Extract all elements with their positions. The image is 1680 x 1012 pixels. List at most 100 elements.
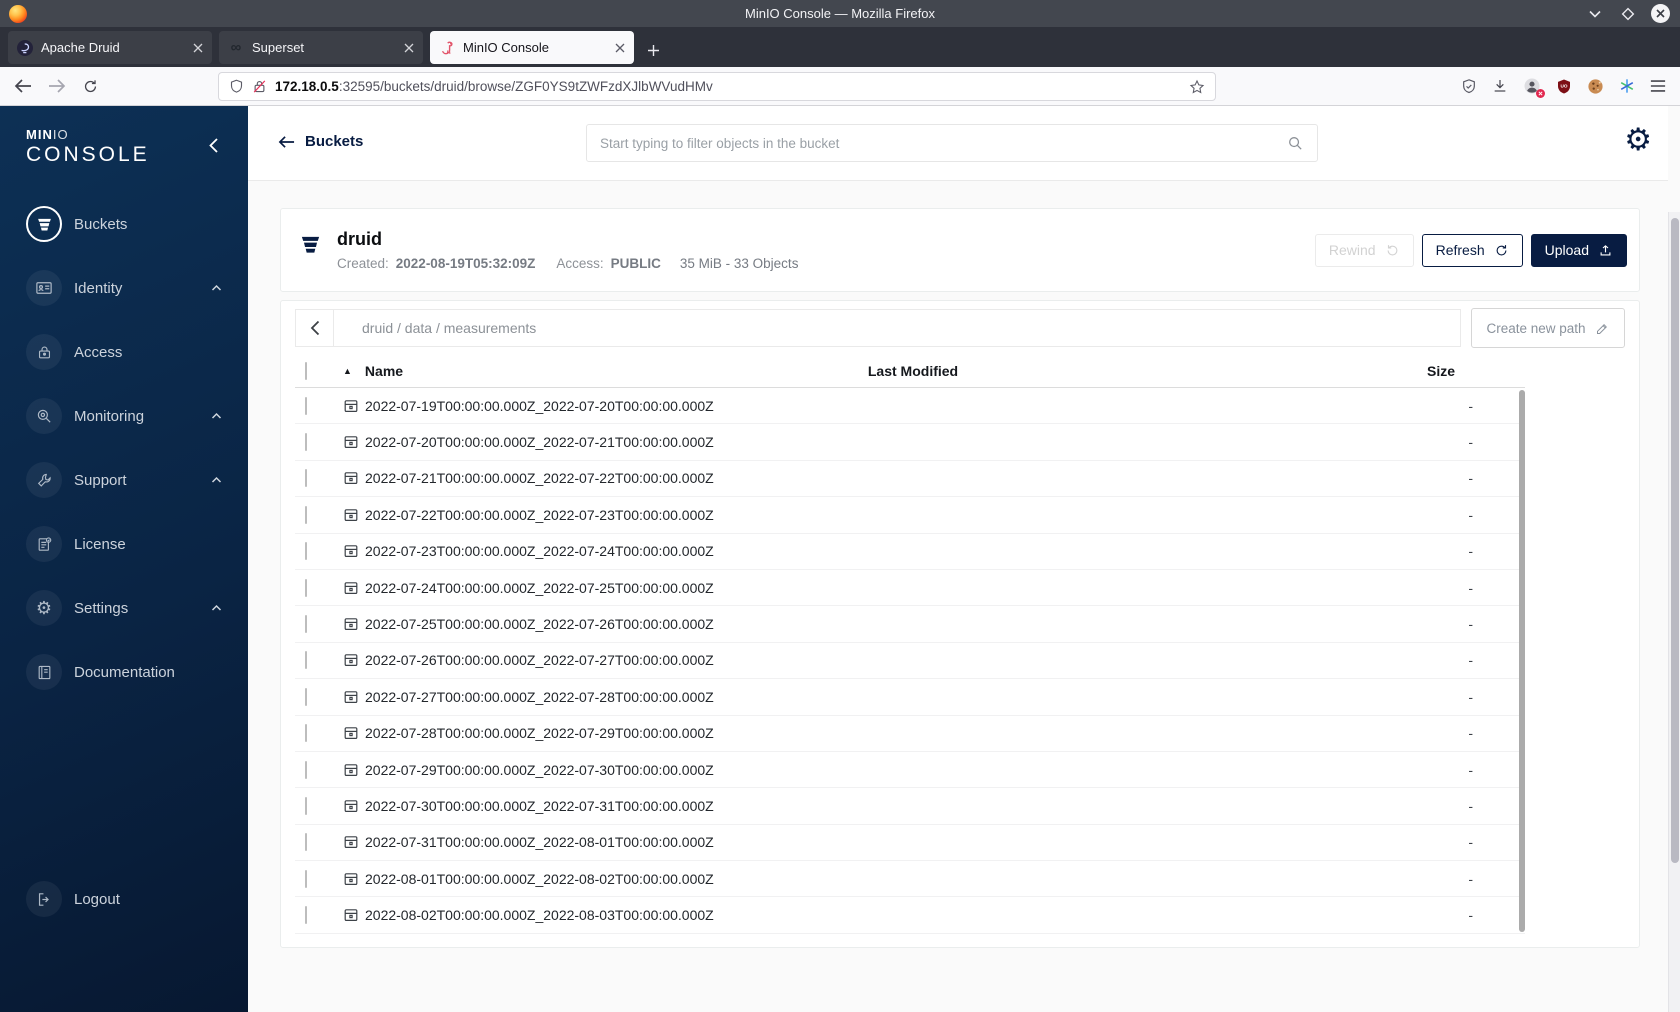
rewind-icon	[1387, 244, 1398, 255]
row-checkbox[interactable]	[305, 542, 307, 561]
url-bar[interactable]: 172.18.0.5:32595/buckets/druid/browse/ZG…	[218, 72, 1216, 101]
tab-close-icon[interactable]	[193, 43, 203, 53]
object-name: 2022-07-31T00:00:00.000Z_2022-08-01T00:0…	[365, 834, 714, 851]
bookmark-star-icon[interactable]	[1189, 79, 1205, 95]
row-checkbox[interactable]	[305, 396, 307, 415]
search-icon	[1287, 135, 1304, 152]
path-back-chevron[interactable]	[296, 310, 334, 346]
table-row[interactable]: 2022-07-30T00:00:00.000Z_2022-07-31T00:0…	[295, 788, 1525, 825]
insecure-lock-icon[interactable]	[252, 78, 267, 95]
row-checkbox[interactable]	[305, 796, 307, 815]
filter-objects-input[interactable]	[587, 135, 1287, 151]
reload-button[interactable]	[82, 78, 99, 95]
chevron-up-icon	[211, 476, 222, 484]
row-checkbox[interactable]	[305, 760, 307, 779]
rewind-label: Rewind	[1328, 242, 1376, 258]
new-tab-button[interactable]	[647, 44, 660, 57]
row-checkbox[interactable]	[305, 615, 307, 634]
back-button[interactable]	[14, 78, 32, 94]
window-maximize-icon[interactable]	[1618, 4, 1637, 23]
window-minimize-icon[interactable]	[1585, 4, 1604, 23]
rewind-button[interactable]: Rewind	[1314, 233, 1414, 267]
page-scrollbar-thumb[interactable]	[1671, 218, 1679, 863]
row-checkbox[interactable]	[305, 433, 307, 452]
table-row[interactable]: 2022-08-01T00:00:00.000Z_2022-08-02T00:0…	[295, 861, 1525, 898]
column-name-header[interactable]: ▲ Name	[343, 363, 783, 379]
shield-check-icon[interactable]	[1461, 78, 1477, 95]
column-size-header[interactable]: Size	[1395, 363, 1525, 379]
refresh-button[interactable]: Refresh	[1421, 233, 1523, 267]
sidebar-item-logout[interactable]: Logout	[0, 867, 248, 931]
sidebar: MINIO CONSOLE Buckets Identity Access Mo…	[0, 106, 248, 1012]
table-row[interactable]: 2022-07-20T00:00:00.000Z_2022-07-21T00:0…	[295, 424, 1525, 461]
forward-button[interactable]	[48, 78, 66, 94]
row-checkbox[interactable]	[305, 833, 307, 852]
cookie-icon[interactable]	[1587, 78, 1604, 95]
row-checkbox[interactable]	[305, 578, 307, 597]
ublock-origin-icon[interactable]: UO	[1556, 78, 1572, 95]
hamburger-menu-icon[interactable]	[1650, 79, 1666, 93]
row-checkbox[interactable]	[305, 724, 307, 743]
table-scrollbar[interactable]	[1519, 390, 1525, 932]
chevron-up-icon	[211, 412, 222, 420]
column-last-modified-header[interactable]: Last Modified	[783, 363, 1043, 379]
sidebar-nav: Buckets Identity Access Monitoring Suppo…	[0, 192, 248, 704]
object-size: -	[1468, 397, 1473, 414]
error-badge	[1536, 89, 1545, 98]
folder-icon	[343, 580, 359, 596]
table-row[interactable]: 2022-07-19T00:00:00.000Z_2022-07-20T00:0…	[295, 388, 1525, 425]
table-row[interactable]: 2022-07-23T00:00:00.000Z_2022-07-24T00:0…	[295, 534, 1525, 570]
table-row[interactable]: 2022-07-26T00:00:00.000Z_2022-07-27T00:0…	[295, 643, 1525, 680]
sidebar-item-settings[interactable]: ⚙ Settings	[0, 576, 248, 640]
colorful-asterisk-icon[interactable]	[1619, 78, 1635, 94]
table-row[interactable]: 2022-07-24T00:00:00.000Z_2022-07-25T00:0…	[295, 570, 1525, 607]
row-checkbox[interactable]	[305, 651, 307, 670]
table-row[interactable]: 2022-07-31T00:00:00.000Z_2022-08-01T00:0…	[295, 825, 1525, 862]
object-name: 2022-07-23T00:00:00.000Z_2022-07-24T00:0…	[365, 543, 714, 560]
sidebar-item-buckets[interactable]: Buckets	[0, 192, 248, 256]
back-to-buckets-link[interactable]: Buckets	[278, 133, 363, 150]
table-row[interactable]: 2022-07-22T00:00:00.000Z_2022-07-23T00:0…	[295, 497, 1525, 534]
row-checkbox[interactable]	[305, 869, 307, 888]
window-close-button[interactable]	[1651, 4, 1670, 23]
folder-icon	[343, 507, 359, 523]
row-checkbox[interactable]	[305, 505, 307, 524]
folder-icon	[343, 725, 359, 741]
tab-close-icon[interactable]	[615, 43, 625, 53]
table-row[interactable]: 2022-08-02T00:00:00.000Z_2022-08-03T00:0…	[295, 897, 1525, 934]
object-size: -	[1468, 907, 1473, 924]
table-row[interactable]: 2022-07-29T00:00:00.000Z_2022-07-30T00:0…	[295, 752, 1525, 789]
page-scrollbar[interactable]	[1668, 212, 1680, 1012]
row-checkbox[interactable]	[305, 906, 307, 925]
minio-console-app: MINIO CONSOLE Buckets Identity Access Mo…	[0, 106, 1680, 1012]
row-checkbox[interactable]	[305, 687, 307, 706]
settings-gear-icon[interactable]: ⚙	[1624, 124, 1652, 155]
account-error-icon[interactable]	[1523, 77, 1545, 98]
current-path[interactable]: druid / data / measurements	[334, 320, 536, 336]
sidebar-item-monitoring[interactable]: Monitoring	[0, 384, 248, 448]
table-row[interactable]: 2022-07-28T00:00:00.000Z_2022-07-29T00:0…	[295, 716, 1525, 752]
browser-toolbar: 172.18.0.5:32595/buckets/druid/browse/ZG…	[0, 67, 1680, 106]
upload-label: Upload	[1544, 242, 1589, 258]
table-row[interactable]: 2022-07-27T00:00:00.000Z_2022-07-28T00:0…	[295, 679, 1525, 716]
access-value: PUBLIC	[610, 256, 661, 271]
create-new-path-button[interactable]: Create new path	[1471, 308, 1625, 348]
tab-superset[interactable]: ∞ Superset	[219, 31, 423, 64]
sidebar-item-license[interactable]: License	[0, 512, 248, 576]
tab-close-icon[interactable]	[404, 43, 414, 53]
window-titlebar: MinIO Console — Mozilla Firefox	[0, 0, 1680, 27]
sidebar-item-support[interactable]: Support	[0, 448, 248, 512]
row-checkbox[interactable]	[305, 469, 307, 488]
select-all-checkbox[interactable]	[305, 361, 307, 380]
sidebar-item-access[interactable]: Access	[0, 320, 248, 384]
downloads-icon[interactable]	[1492, 78, 1508, 94]
table-row[interactable]: 2022-07-25T00:00:00.000Z_2022-07-26T00:0…	[295, 606, 1525, 643]
table-row[interactable]: 2022-07-21T00:00:00.000Z_2022-07-22T00:0…	[295, 461, 1525, 498]
tab-minio-console[interactable]: MinIO Console	[430, 31, 634, 64]
sidebar-collapse-icon[interactable]	[209, 138, 218, 153]
tracking-shield-icon[interactable]	[229, 78, 244, 95]
sidebar-item-identity[interactable]: Identity	[0, 256, 248, 320]
sidebar-item-documentation[interactable]: Documentation	[0, 640, 248, 704]
tab-apache-druid[interactable]: Apache Druid	[8, 31, 212, 64]
upload-button[interactable]: Upload	[1530, 233, 1627, 267]
